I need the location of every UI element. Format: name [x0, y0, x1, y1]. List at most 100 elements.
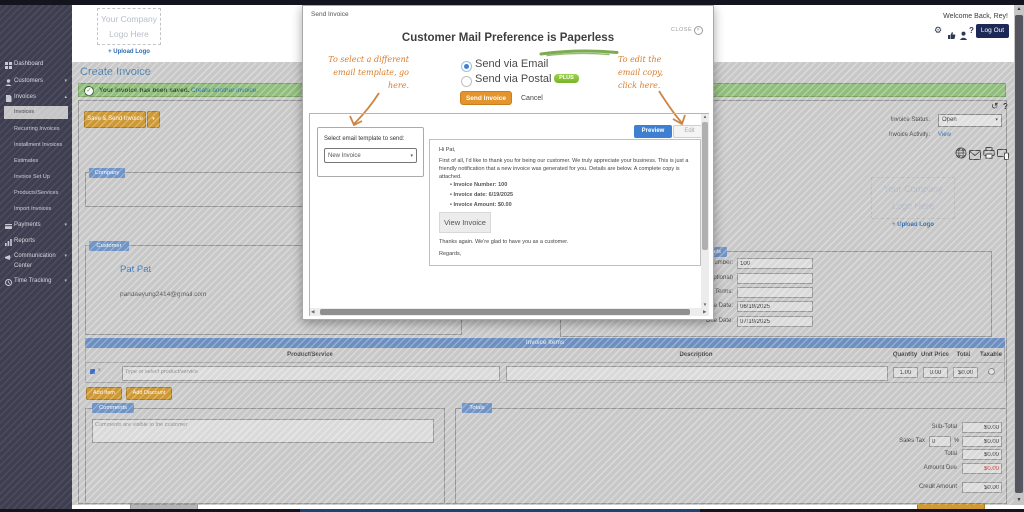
scroll-up-arrow[interactable]: ▲ [1014, 6, 1024, 12]
printer-icon[interactable] [983, 146, 995, 164]
sidebar-item-communication-center[interactable]: Communication Center ▾ [0, 249, 72, 271]
invoice-status-select[interactable]: Open▾ [938, 114, 1002, 127]
amount-due-label: Amount Due [877, 465, 957, 471]
logo-line1: Your Company [98, 12, 160, 27]
help-icon[interactable]: ? [969, 26, 974, 35]
credit-amount-label: Credit Amount [877, 484, 957, 490]
sidebar-subitem-import-invoices[interactable]: Import Invoices [14, 203, 72, 216]
modal-cancel-link[interactable]: Cancel [521, 95, 543, 102]
customer-name-link[interactable]: Pat Pat [120, 264, 151, 275]
logout-button[interactable]: Log Out [976, 24, 1009, 38]
chevron-down-icon: ▾ [995, 115, 998, 126]
invoice-activity-label: Invoice Activity: [860, 132, 930, 138]
radio-send-email[interactable] [461, 61, 472, 72]
sidebar-subitem-invoice-set-up[interactable]: Invoice Set Up [14, 171, 72, 184]
view-invoice-button[interactable]: View Invoice [439, 212, 491, 233]
sidebar-item-payments[interactable]: Payments ▾ [0, 218, 72, 232]
invoice-activity-link[interactable]: View [938, 132, 951, 138]
clock-icon [5, 278, 12, 292]
modal-vscroll-thumb[interactable] [702, 122, 708, 250]
gear-icon[interactable]: ⚙ [934, 25, 942, 36]
add-discount-button[interactable]: Add Discount [126, 387, 172, 400]
modal-heading: Customer Mail Preference is Paperless [303, 32, 713, 44]
chevron-up-icon: ▴ [64, 90, 67, 104]
percent-sign: % [954, 438, 959, 444]
sidebar-subitem-recurring-invoices[interactable]: Recurring Invoices [14, 123, 72, 136]
scroll-left-arrow[interactable]: ◀ [311, 309, 314, 315]
radio-send-postal[interactable] [461, 76, 472, 87]
email-bullet-3: • Invoice Amount: $0.00 [450, 202, 512, 208]
thumbs-up-icon[interactable] [947, 27, 956, 45]
scroll-right-arrow[interactable]: ▶ [703, 309, 706, 315]
option-email-label[interactable]: Send via Email [475, 58, 548, 70]
save-send-invoice-button[interactable]: Save & Send Invoice [84, 111, 146, 128]
history-icon[interactable]: ↺ [991, 101, 999, 112]
upload-logo-link[interactable]: + Upload Logo [97, 49, 161, 55]
plus-badge: PLUS [554, 74, 579, 83]
chevron-down-icon: ▾ [64, 274, 67, 288]
terms-field[interactable] [737, 287, 813, 298]
email-body: First of all, I'd like to thank you for … [439, 157, 691, 181]
row-remove-link[interactable]: x [98, 367, 101, 373]
sidebar-subitem-estimates[interactable]: Estimates [14, 155, 72, 168]
annotation-left: To select a different email template, go… [327, 53, 409, 92]
col-product-service: Product/Service [118, 352, 502, 358]
welcome-text: Welcome Back, Rey! [858, 13, 1008, 20]
sidebar-item-dashboard[interactable]: Dashboard [0, 57, 72, 71]
unit-price-input[interactable] [923, 367, 948, 378]
taxable-checkbox[interactable] [988, 368, 995, 375]
preview-tab-button[interactable]: Preview [634, 125, 672, 138]
chevron-down-icon: ▾ [410, 149, 413, 164]
page-scrollbar: ▲ ▼ [1014, 5, 1024, 505]
send-invoice-modal: Send Invoice CLOSE × Customer Mail Prefe… [302, 5, 714, 320]
company-logo-placeholder[interactable]: Your Company Logo Here [97, 8, 161, 45]
due-date-field[interactable] [737, 316, 813, 327]
modal-hscrollbar: ◀ ▶ [310, 308, 709, 316]
user-icon[interactable] [959, 27, 968, 45]
add-item-button[interactable]: Add Item [86, 387, 122, 400]
page-title: Create Invoice [80, 66, 151, 78]
page-scrollbar-thumb[interactable] [1015, 15, 1023, 493]
col-taxable: Taxable [977, 352, 1005, 358]
option-postal-label[interactable]: Send via Postal [475, 73, 551, 85]
product-service-input[interactable] [122, 366, 500, 381]
sidebar-subitem-installment-invoices[interactable]: Installment Invoices [14, 139, 72, 152]
col-quantity: Quantity [890, 352, 920, 358]
modal-hscroll-thumb[interactable] [320, 309, 690, 315]
subtotal-label: Sub-Total [877, 424, 957, 430]
invoice-items-header: Invoice Items [85, 338, 1005, 348]
salestax-label: Sales Tax [847, 438, 925, 444]
banner-link[interactable]: Create another invoice. [191, 87, 258, 94]
po-number-field[interactable] [737, 273, 813, 284]
form-help-icon[interactable]: ? [1003, 102, 1008, 111]
invoice-date-field[interactable] [737, 301, 813, 312]
email-icon[interactable] [969, 147, 981, 165]
modal-send-invoice-button[interactable]: Send Invoice [460, 91, 512, 105]
sidebar-item-invoices[interactable]: Invoices ▴ [0, 90, 72, 104]
quantity-input[interactable] [893, 367, 918, 378]
comments-input[interactable] [92, 419, 434, 443]
row-select-checkbox[interactable] [90, 369, 95, 374]
invoice-number-field[interactable] [737, 258, 813, 269]
description-input[interactable] [506, 366, 888, 381]
globe-icon[interactable] [955, 146, 967, 164]
totals-section-badge: Totals [462, 403, 492, 413]
salestax-rate-input[interactable] [929, 436, 951, 447]
sidebar-item-reports[interactable]: Reports [0, 234, 72, 248]
credit-amount-value [962, 482, 1002, 493]
sidebar-item-time-tracking[interactable]: Time Tracking ▾ [0, 274, 72, 288]
sidebar-subitem-products-services[interactable]: Products/Services [14, 187, 72, 200]
invoice-upload-logo-link[interactable]: + Upload Logo [871, 222, 955, 228]
logo-line1: Your Company [872, 181, 954, 198]
template-select[interactable]: New Invoice ▾ [324, 148, 417, 163]
scroll-down-arrow[interactable]: ▼ [1014, 497, 1024, 503]
invoice-logo-placeholder[interactable]: Your Company Logo Here [871, 177, 955, 219]
comments-section-badge: Comments [92, 403, 134, 413]
col-total: Total [950, 352, 977, 358]
sidebar-subitem-invoices[interactable]: Invoices [4, 106, 68, 119]
save-send-caret-button[interactable]: ▾ [147, 111, 160, 128]
scroll-up-arrow[interactable]: ▲ [701, 114, 709, 120]
devices-icon[interactable] [997, 147, 1009, 165]
sidebar-item-customers[interactable]: Customers ▾ [0, 74, 72, 88]
email-regards: Regards, [439, 251, 461, 257]
